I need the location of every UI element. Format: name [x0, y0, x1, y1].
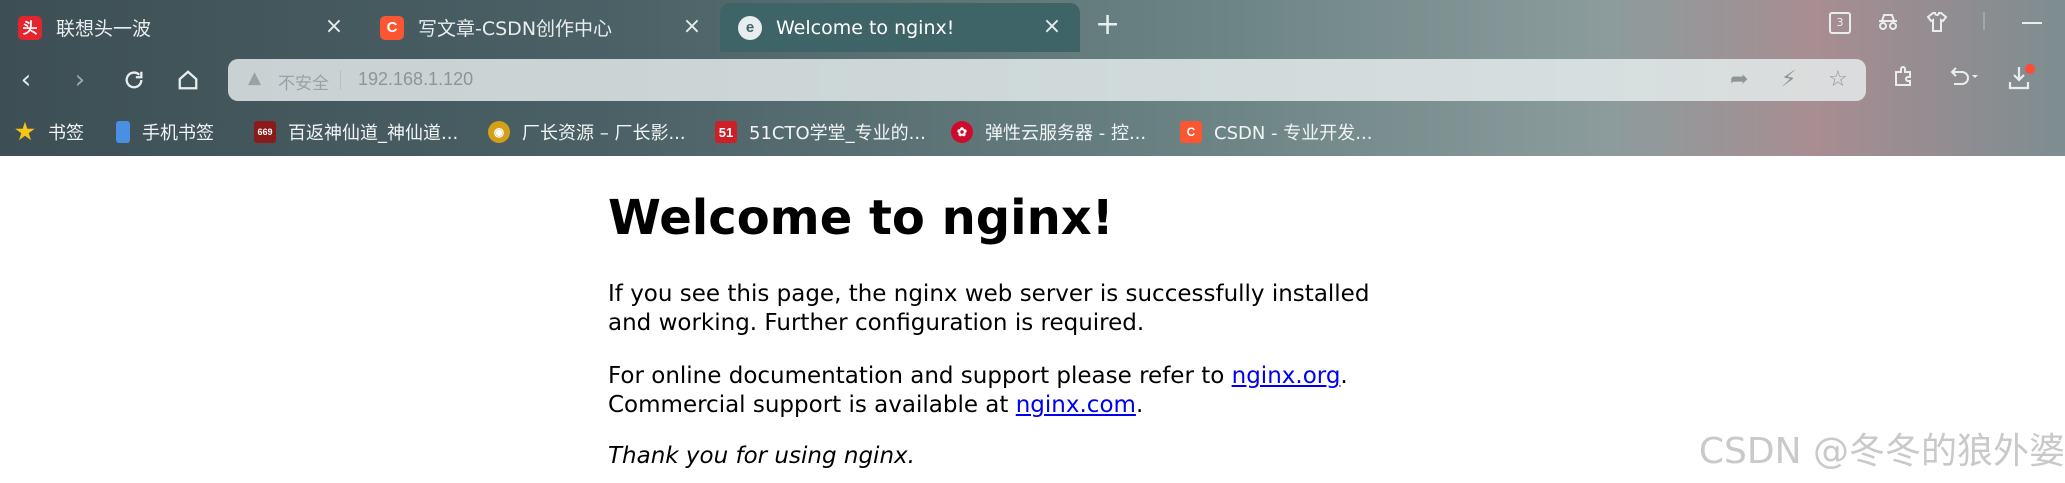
bookmark-item[interactable]: ◉ 厂长资源 – 厂长影...: [488, 118, 686, 146]
tab-counter-icon[interactable]: 3: [1829, 12, 1851, 34]
skin-icon[interactable]: [1925, 10, 1949, 39]
reload-icon[interactable]: [116, 62, 152, 98]
lightning-icon[interactable]: ⚡: [1781, 67, 1796, 92]
forward-icon[interactable]: ›: [62, 62, 98, 98]
undo-dropdown-icon[interactable]: [1946, 64, 1980, 94]
669-favicon-icon: 669: [254, 121, 276, 143]
bookmark-item[interactable]: ★ 书签: [14, 118, 84, 146]
browser-default-favicon-icon: e: [738, 15, 762, 40]
address-bar[interactable]: ▲ 不安全 192.168.1.120 ➦ ⚡ ☆: [228, 59, 1866, 101]
bookmark-label: 手机书签: [142, 123, 214, 144]
page-title: Welcome to nginx!: [608, 190, 1114, 246]
bookmarks-bar: ★ 书签 手机书签 669 百返神仙道_神仙道... ◉ 厂长资源 – 厂长影.…: [0, 108, 2065, 156]
nginx-com-link[interactable]: nginx.com: [1016, 392, 1136, 418]
close-icon[interactable]: ×: [1040, 15, 1064, 39]
close-icon[interactable]: ×: [680, 15, 704, 39]
back-icon[interactable]: ‹: [8, 62, 44, 98]
nginx-org-link[interactable]: nginx.org: [1232, 363, 1341, 389]
csdn-favicon-icon: C: [380, 15, 404, 40]
tab-nginx[interactable]: e Welcome to nginx! ×: [720, 3, 1080, 52]
bookmark-item[interactable]: 51 51CTO学堂_专业的...: [715, 118, 926, 146]
url-text[interactable]: 192.168.1.120: [358, 69, 473, 90]
51cto-favicon-icon: 51: [715, 121, 737, 143]
intro-paragraph: If you see this page, the nginx web serv…: [608, 281, 1370, 336]
support-text: .: [1340, 363, 1348, 389]
bookmark-item[interactable]: 手机书签: [116, 118, 214, 146]
new-tab-button[interactable]: +: [1095, 10, 1120, 40]
security-label[interactable]: 不安全: [278, 69, 329, 94]
home-icon[interactable]: [170, 62, 206, 98]
share-icon[interactable]: ➦: [1730, 67, 1748, 92]
bookmark-star-icon[interactable]: ☆: [1828, 67, 1848, 92]
huawei-favicon-icon: ✿: [951, 121, 973, 143]
lenovo-favicon-icon: 头: [18, 15, 42, 40]
tab-title: 联想头一波: [56, 18, 152, 40]
thanks-paragraph: Thank you for using nginx.: [608, 443, 915, 469]
bookmark-label: 51CTO学堂_专业的...: [749, 123, 926, 144]
tab-title: Welcome to nginx!: [776, 16, 955, 39]
star-icon: ★: [15, 119, 35, 144]
warning-icon: ▲: [248, 68, 262, 88]
support-text: .: [1135, 392, 1144, 418]
close-icon[interactable]: ×: [322, 15, 346, 39]
bookmark-item[interactable]: C CSDN - 专业开发...: [1180, 118, 1372, 146]
incognito-icon[interactable]: [1876, 10, 1900, 39]
mobile-bookmark-icon: [116, 121, 130, 143]
support-paragraph: For online documentation and support ple…: [608, 362, 1388, 420]
bookmark-label: CSDN - 专业开发...: [1214, 123, 1373, 144]
divider: [340, 70, 341, 90]
bookmark-label: 书签: [48, 123, 84, 144]
minimize-icon[interactable]: [2022, 22, 2042, 24]
browser-chrome: 头 联想头一波 × C 写文章-CSDN创作中心 × e Welcome to …: [0, 0, 2065, 156]
toolbar: ‹ › ▲ 不安全 192.168.1.120 ➦ ⚡ ☆: [0, 52, 2065, 108]
divider: [1983, 12, 1985, 30]
csdn-favicon-icon: C: [1180, 121, 1202, 143]
tab-lenovo[interactable]: 头 联想头一波 ×: [0, 3, 362, 52]
download-icon[interactable]: [2007, 64, 2035, 98]
extensions-icon[interactable]: [1892, 64, 1916, 94]
bookmark-label: 厂长资源 – 厂长影...: [522, 123, 686, 144]
watermark: CSDN @冬冬的狼外婆: [1698, 431, 2065, 472]
support-text: For online documentation and support ple…: [608, 363, 1232, 389]
bookmark-item[interactable]: ✿ 弹性云服务器 - 控...: [951, 118, 1146, 146]
cz-favicon-icon: ◉: [488, 121, 510, 143]
tab-title: 写文章-CSDN创作中心: [418, 18, 613, 40]
bookmark-item[interactable]: 669 百返神仙道_神仙道...: [254, 118, 458, 146]
support-text: Commercial support is available at: [608, 392, 1016, 418]
tab-csdn-write[interactable]: C 写文章-CSDN创作中心 ×: [362, 3, 720, 52]
bookmark-label: 百返神仙道_神仙道...: [288, 123, 459, 144]
tab-strip: 头 联想头一波 × C 写文章-CSDN创作中心 × e Welcome to …: [0, 0, 2065, 52]
bookmark-label: 弹性云服务器 - 控...: [985, 123, 1147, 144]
